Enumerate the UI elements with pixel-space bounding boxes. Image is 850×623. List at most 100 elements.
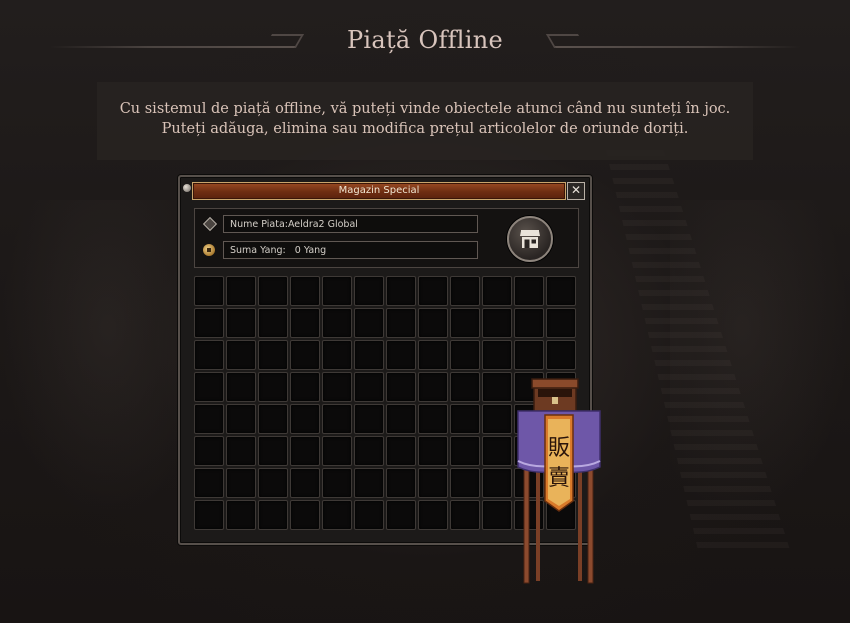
item-slot[interactable] [226, 436, 256, 466]
item-slot[interactable] [226, 500, 256, 530]
item-slot[interactable] [482, 468, 512, 498]
item-slot[interactable] [194, 468, 224, 498]
item-slot[interactable] [354, 340, 384, 370]
item-slot[interactable] [546, 276, 576, 306]
item-slot[interactable] [386, 276, 416, 306]
item-slot[interactable] [514, 276, 544, 306]
item-slot[interactable] [226, 340, 256, 370]
page-description: Cu sistemul de piață offline, vă puteți … [119, 101, 731, 137]
window-title: Magazin Special [338, 185, 420, 196]
item-slot[interactable] [322, 468, 352, 498]
item-slot[interactable] [418, 404, 448, 434]
item-slot[interactable] [482, 404, 512, 434]
item-slot[interactable] [194, 436, 224, 466]
item-slot[interactable] [418, 276, 448, 306]
item-slot[interactable] [450, 468, 480, 498]
banner-glyph-top: 販 [548, 436, 570, 461]
item-slot[interactable] [354, 468, 384, 498]
item-slot[interactable] [354, 308, 384, 338]
item-slot[interactable] [194, 340, 224, 370]
item-slot[interactable] [258, 436, 288, 466]
item-slot[interactable] [482, 500, 512, 530]
item-slot[interactable] [226, 276, 256, 306]
item-slot[interactable] [258, 276, 288, 306]
background-arch-left [0, 200, 180, 520]
item-slot[interactable] [386, 340, 416, 370]
item-slot[interactable] [258, 340, 288, 370]
item-slot[interactable] [258, 308, 288, 338]
item-slot[interactable] [354, 500, 384, 530]
item-slot[interactable] [322, 372, 352, 402]
item-slot[interactable] [290, 404, 320, 434]
item-slot[interactable] [450, 372, 480, 402]
item-slot[interactable] [450, 500, 480, 530]
item-slot[interactable] [418, 372, 448, 402]
market-stall-illustration: 販 賣 [517, 378, 601, 584]
item-slot[interactable] [354, 276, 384, 306]
item-slot[interactable] [386, 436, 416, 466]
item-slot[interactable] [290, 468, 320, 498]
item-slot[interactable] [482, 436, 512, 466]
open-shop-button[interactable] [507, 216, 553, 262]
item-slot[interactable] [482, 276, 512, 306]
item-slot[interactable] [514, 340, 544, 370]
item-slot[interactable] [226, 404, 256, 434]
item-slot[interactable] [322, 436, 352, 466]
item-slot[interactable] [386, 500, 416, 530]
item-slot[interactable] [322, 340, 352, 370]
item-slot[interactable] [322, 308, 352, 338]
item-slot[interactable] [418, 340, 448, 370]
offline-market-page: Piață Offline Cu sistemul de piață offli… [0, 0, 850, 623]
item-slot[interactable] [290, 276, 320, 306]
item-slot[interactable] [354, 404, 384, 434]
item-slot[interactable] [418, 500, 448, 530]
item-slot[interactable] [450, 276, 480, 306]
item-slot[interactable] [226, 372, 256, 402]
shop-icon [520, 230, 540, 248]
shop-info-panel: Nume Piata:Aeldra2 Global Suma Yang: 0 Y… [194, 208, 579, 268]
market-name-field: Nume Piata:Aeldra2 Global [223, 215, 478, 233]
item-slot[interactable] [450, 404, 480, 434]
item-slot[interactable] [514, 308, 544, 338]
item-slot[interactable] [290, 308, 320, 338]
item-slot[interactable] [290, 372, 320, 402]
close-button[interactable]: ✕ [567, 182, 585, 200]
item-slot[interactable] [418, 468, 448, 498]
item-slot[interactable] [290, 500, 320, 530]
item-slot[interactable] [546, 308, 576, 338]
item-slot[interactable] [322, 500, 352, 530]
item-slot[interactable] [194, 500, 224, 530]
item-slot[interactable] [194, 404, 224, 434]
item-slot[interactable] [482, 372, 512, 402]
item-slot[interactable] [258, 500, 288, 530]
item-slot[interactable] [226, 468, 256, 498]
item-slot[interactable] [386, 404, 416, 434]
item-slot[interactable] [194, 308, 224, 338]
item-slot[interactable] [194, 372, 224, 402]
item-slot[interactable] [194, 276, 224, 306]
item-slot[interactable] [418, 308, 448, 338]
window-titlebar[interactable]: Magazin Special [192, 182, 566, 200]
item-slot[interactable] [482, 308, 512, 338]
item-slot[interactable] [322, 404, 352, 434]
item-slot[interactable] [546, 340, 576, 370]
item-slot[interactable] [258, 404, 288, 434]
item-slot[interactable] [322, 276, 352, 306]
item-slot[interactable] [386, 468, 416, 498]
item-slot[interactable] [290, 436, 320, 466]
item-slot[interactable] [354, 436, 384, 466]
item-slot[interactable] [386, 308, 416, 338]
item-slot[interactable] [258, 372, 288, 402]
yang-amount-field: Suma Yang: 0 Yang [223, 241, 478, 259]
item-slot[interactable] [450, 340, 480, 370]
item-slot[interactable] [290, 340, 320, 370]
item-slot[interactable] [386, 372, 416, 402]
item-slot[interactable] [226, 308, 256, 338]
item-slot[interactable] [258, 468, 288, 498]
item-slot[interactable] [450, 436, 480, 466]
item-slot[interactable] [482, 340, 512, 370]
item-slot[interactable] [354, 372, 384, 402]
page-title: Piață Offline [346, 26, 504, 54]
item-slot[interactable] [450, 308, 480, 338]
item-slot[interactable] [418, 436, 448, 466]
